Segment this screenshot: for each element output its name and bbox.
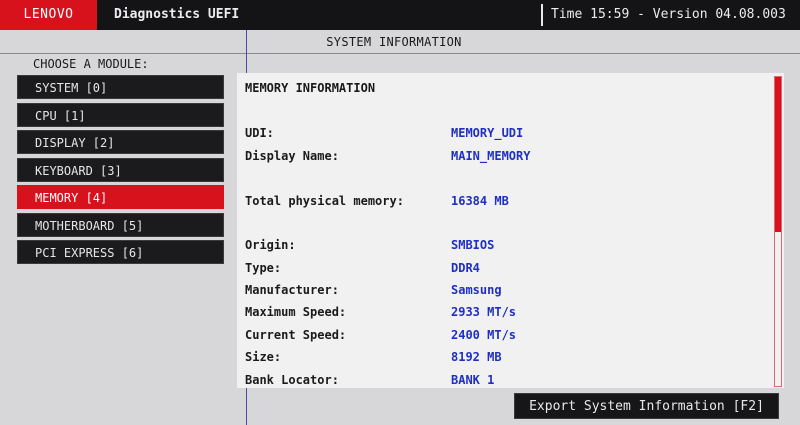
info-value: BANK 1 [451, 373, 495, 387]
info-key: Size: [245, 350, 282, 364]
module-list: SYSTEM [0] CPU [1] DISPLAY [2] KEYBOARD … [17, 75, 224, 268]
info-value: 2933 MT/s [451, 305, 517, 319]
time-version-status: Time 15:59 - Version 04.08.003 [551, 7, 786, 22]
page-title: SYSTEM INFORMATION [326, 35, 462, 49]
info-key: Origin: [245, 238, 296, 252]
info-value: 16384 MB [451, 194, 509, 208]
info-row-total-memory: Total physical memory: 16384 MB [245, 193, 765, 209]
module-item-pci-express[interactable]: PCI EXPRESS [6] [17, 240, 224, 264]
info-key: Display Name: [245, 149, 339, 163]
info-value: MEMORY_UDI [451, 126, 524, 140]
info-row-bank-locator: Bank Locator: BANK 1 [245, 372, 765, 388]
info-key: Manufacturer: [245, 283, 339, 297]
info-row-size: Size: 8192 MB [245, 349, 765, 365]
info-value: DDR4 [451, 261, 480, 275]
top-bar: LENOVO Diagnostics UEFI Time 15:59 - Ver… [0, 0, 800, 30]
app-title: Diagnostics UEFI [114, 7, 240, 22]
module-item-display[interactable]: DISPLAY [2] [17, 130, 224, 154]
info-row-max-speed: Maximum Speed: 2933 MT/s [245, 304, 765, 320]
info-row-current-speed: Current Speed: 2400 MT/s [245, 327, 765, 343]
brand-logo: LENOVO [0, 0, 97, 30]
export-system-info-button[interactable]: Export System Information [F2] [514, 393, 779, 419]
scrollbar[interactable] [774, 76, 782, 387]
memory-info-panel: MEMORY INFORMATION UDI: MEMORY_UDI Displ… [237, 73, 784, 388]
module-item-motherboard[interactable]: MOTHERBOARD [5] [17, 212, 224, 237]
info-key: Maximum Speed: [245, 305, 347, 319]
module-item-system[interactable]: SYSTEM [0] [17, 75, 224, 99]
scrollbar-thumb[interactable] [775, 77, 781, 232]
module-item-memory[interactable]: MEMORY [4] [17, 185, 224, 209]
info-value: MAIN_MEMORY [451, 149, 531, 163]
info-value: 8192 MB [451, 350, 502, 364]
info-value: 2400 MT/s [451, 328, 517, 342]
module-item-keyboard[interactable]: KEYBOARD [3] [17, 157, 224, 182]
info-key: UDI: [245, 126, 274, 140]
info-row-display-name: Display Name: MAIN_MEMORY [245, 148, 765, 164]
info-row-origin: Origin: SMBIOS [245, 237, 765, 253]
info-row-manufacturer: Manufacturer: Samsung [245, 282, 765, 298]
info-key: Bank Locator: [245, 373, 339, 387]
info-key: Current Speed: [245, 328, 347, 342]
info-row-udi: UDI: MEMORY_UDI [245, 125, 765, 141]
panel-heading: MEMORY INFORMATION [245, 81, 376, 95]
info-row-type: Type: DDR4 [245, 260, 765, 276]
info-key: Total physical memory: [245, 194, 404, 208]
info-value: SMBIOS [451, 238, 495, 252]
module-item-cpu[interactable]: CPU [1] [17, 102, 224, 127]
info-value: Samsung [451, 283, 502, 297]
module-list-label: CHOOSE A MODULE: [33, 57, 149, 71]
info-key: Type: [245, 261, 282, 275]
header-divider [541, 4, 543, 26]
title-divider [0, 53, 800, 54]
